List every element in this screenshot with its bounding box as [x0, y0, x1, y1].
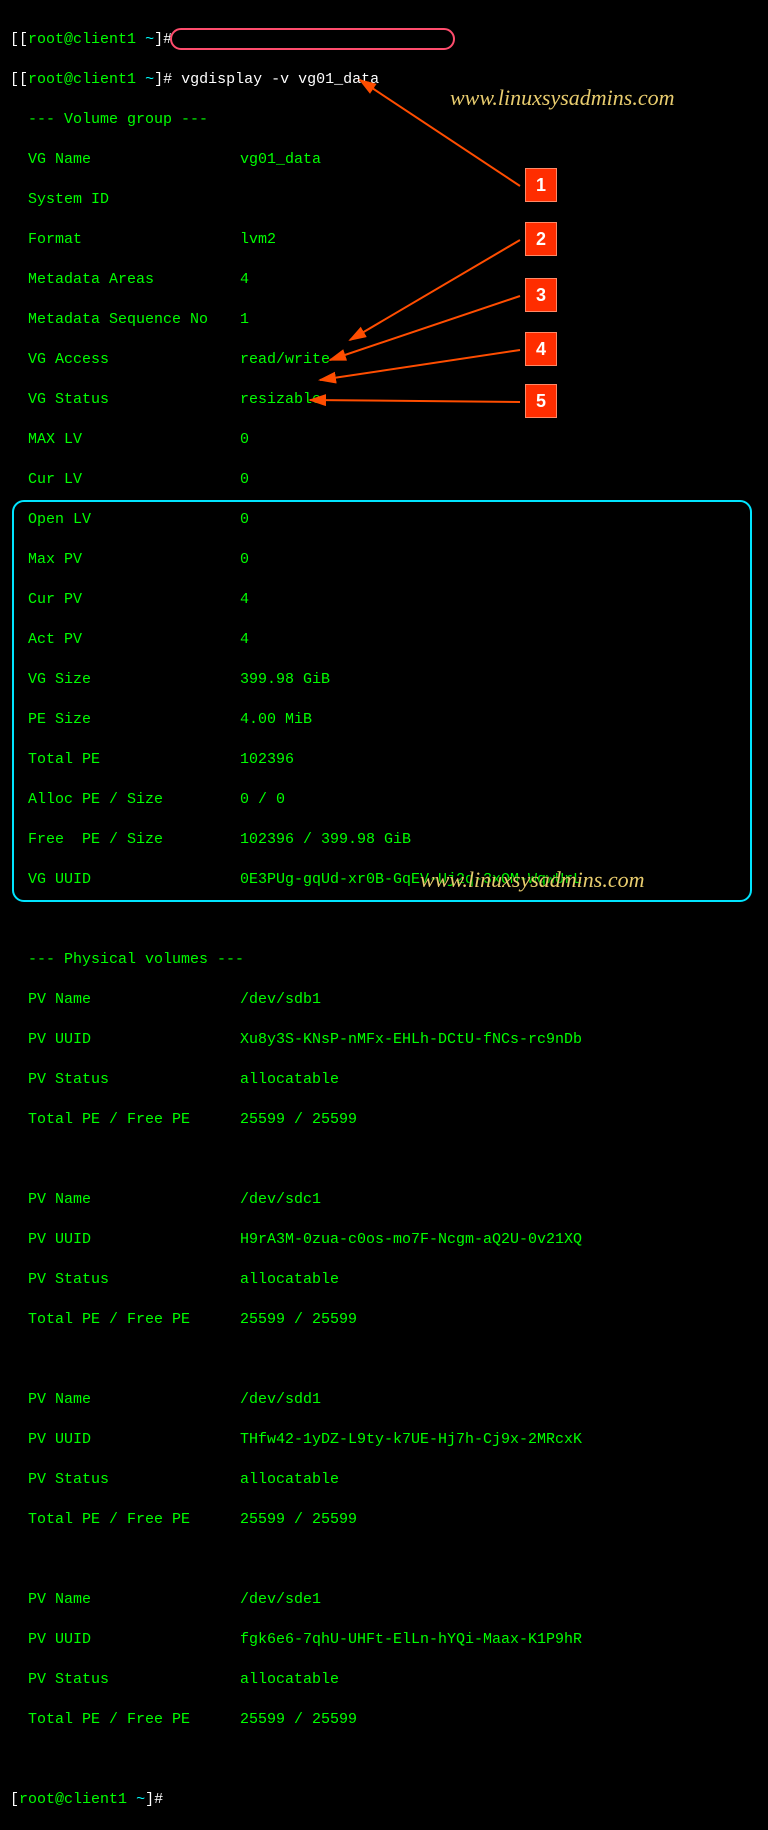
vg-name-row: VG Namevg01_data	[10, 150, 582, 170]
vg-allocpe-row: Alloc PE / Size0 / 0	[10, 790, 582, 810]
vg-access-row: VG Accessread/write	[10, 350, 582, 370]
vg-size-row: VG Size399.98 GiB	[10, 670, 582, 690]
pv0-pe-row: Total PE / Free PE25599 / 25599	[10, 1110, 582, 1130]
vg-format-row: Formatlvm2	[10, 230, 582, 250]
vg-metaarea-row: Metadata Areas4	[10, 270, 582, 290]
pv3-status-row: PV Statusallocatable	[10, 1670, 582, 1690]
command-text: vgdisplay -v vg01_data	[181, 71, 379, 88]
annotation-badge-4: 4	[525, 332, 557, 366]
vg-actpv-row: Act PV4	[10, 630, 582, 650]
terminal-output: [[root@client1 ~]# [[root@client1 ~]# vg…	[0, 10, 592, 1830]
vg-pesize-row: PE Size4.00 MiB	[10, 710, 582, 730]
vg-openlv-row: Open LV0	[10, 510, 582, 530]
pv2-uuid-row: PV UUIDTHfw42-1yDZ-L9ty-k7UE-Hj7h-Cj9x-2…	[10, 1430, 582, 1450]
vg-curlv-row: Cur LV0	[10, 470, 582, 490]
pv0-status-row: PV Statusallocatable	[10, 1070, 582, 1090]
vg-maxpv-row: Max PV0	[10, 550, 582, 570]
pv2-name-row: PV Name/dev/sdd1	[10, 1390, 582, 1410]
annotation-badge-3: 3	[525, 278, 557, 312]
vg-status-row: VG Statusresizable	[10, 390, 582, 410]
pv-section-header: --- Physical volumes ---	[10, 950, 582, 970]
vg-totpe-row: Total PE102396	[10, 750, 582, 770]
pv2-pe-row: Total PE / Free PE25599 / 25599	[10, 1510, 582, 1530]
pv3-uuid-row: PV UUIDfgk6e6-7qhU-UHFt-ElLn-hYQi-Maax-K…	[10, 1630, 582, 1650]
pv0-name-row: PV Name/dev/sdb1	[10, 990, 582, 1010]
pv1-uuid-row: PV UUIDH9rA3M-0zua-c0os-mo7F-Ncgm-aQ2U-0…	[10, 1230, 582, 1250]
pv3-pe-row: Total PE / Free PE25599 / 25599	[10, 1710, 582, 1730]
pv1-status-row: PV Statusallocatable	[10, 1270, 582, 1290]
vg-freepe-row: Free PE / Size102396 / 399.98 GiB	[10, 830, 582, 850]
prompt-line-3[interactable]: [root@client1 ~]#	[10, 1790, 582, 1810]
annotation-badge-5: 5	[525, 384, 557, 418]
pv1-pe-row: Total PE / Free PE25599 / 25599	[10, 1310, 582, 1330]
pv2-status-row: PV Statusallocatable	[10, 1470, 582, 1490]
vg-section-header: --- Volume group ---	[10, 110, 582, 130]
watermark-bottom: www.linuxsysadmins.com	[420, 870, 644, 890]
prompt-line-1: [[root@client1 ~]#	[10, 30, 582, 50]
pv1-name-row: PV Name/dev/sdc1	[10, 1190, 582, 1210]
pv0-uuid-row: PV UUIDXu8y3S-KNsP-nMFx-EHLh-DCtU-fNCs-r…	[10, 1030, 582, 1050]
vg-metaseq-row: Metadata Sequence No1	[10, 310, 582, 330]
watermark-top: www.linuxsysadmins.com	[450, 88, 674, 108]
annotation-badge-1: 1	[525, 168, 557, 202]
annotation-badge-2: 2	[525, 222, 557, 256]
vg-sysid-row: System ID	[10, 190, 582, 210]
pv3-name-row: PV Name/dev/sde1	[10, 1590, 582, 1610]
vg-maxlv-row: MAX LV0	[10, 430, 582, 450]
vg-curpv-row: Cur PV4	[10, 590, 582, 610]
